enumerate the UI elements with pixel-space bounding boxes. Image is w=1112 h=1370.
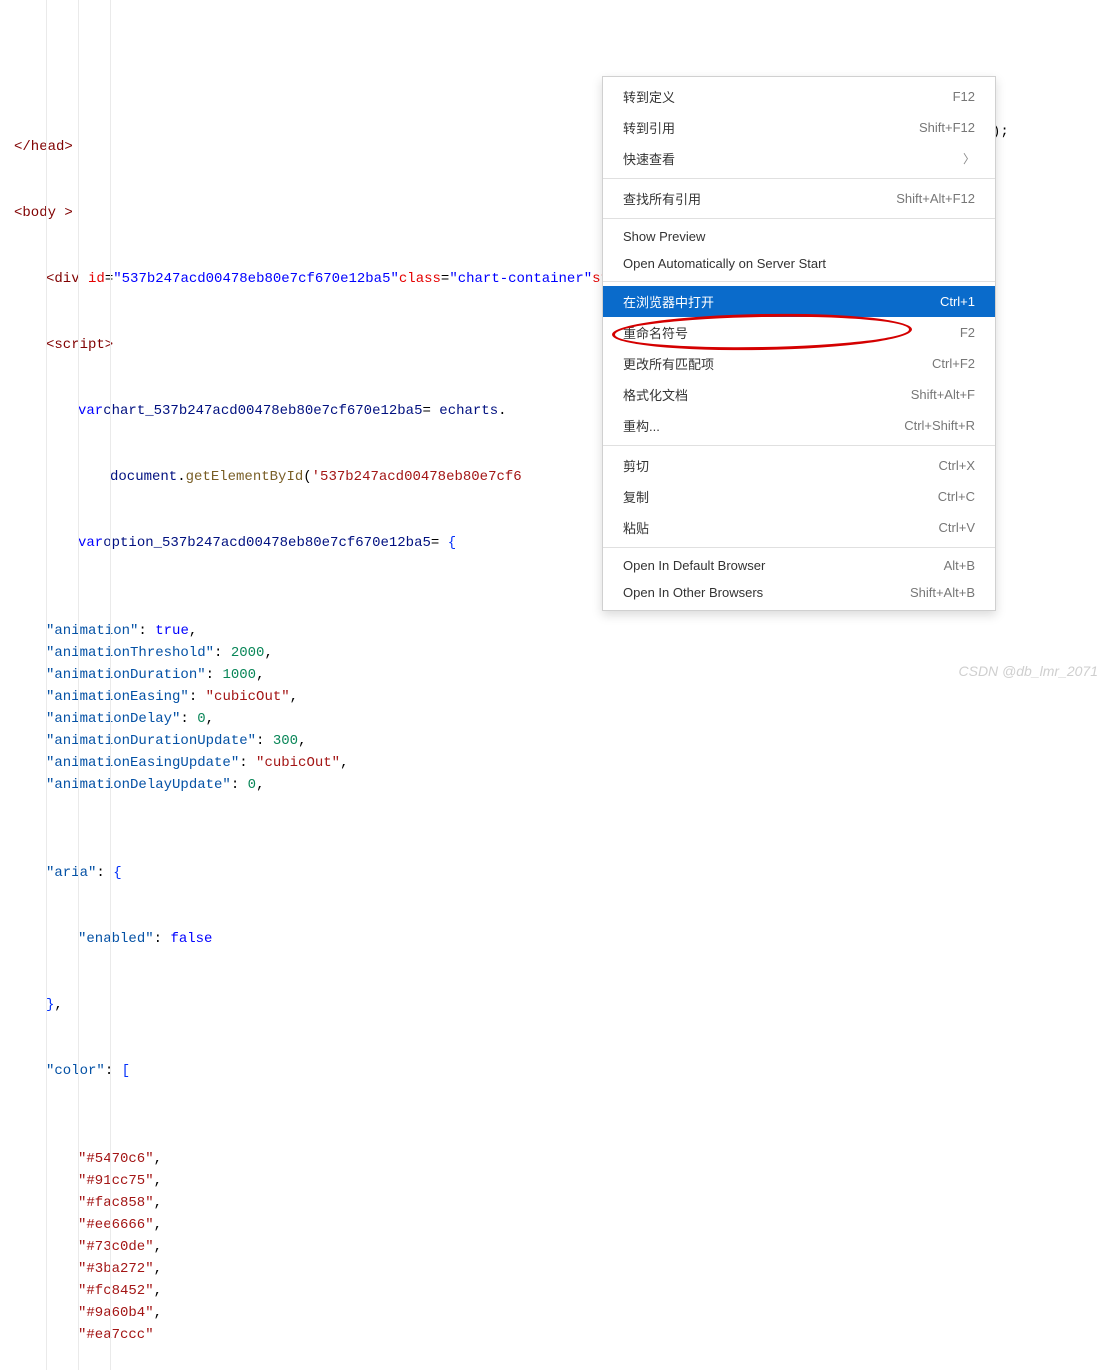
menu-shortcut: Shift+F12: [919, 120, 975, 135]
menu-item[interactable]: Show Preview: [603, 223, 995, 250]
menu-item[interactable]: 格式化文档 Shift+Alt+F: [603, 379, 995, 410]
code-line: "animationEasing": "cubicOut",: [0, 686, 1112, 708]
menu-shortcut: F12: [953, 89, 975, 104]
menu-shortcut: Alt+B: [944, 558, 975, 573]
menu-separator: [603, 281, 995, 282]
menu-item[interactable]: 复制 Ctrl+C: [603, 481, 995, 512]
menu-item[interactable]: 更改所有匹配项 Ctrl+F2: [603, 348, 995, 379]
menu-item-label: 粘贴: [623, 518, 649, 537]
code-line: "#3ba272",: [0, 1258, 1112, 1280]
menu-shortcut: Ctrl+F2: [932, 356, 975, 371]
code-line: "animation": true,: [0, 620, 1112, 642]
menu-item[interactable]: 转到定义 F12: [603, 81, 995, 112]
code-line: "animationDelay": 0,: [0, 708, 1112, 730]
watermark: CSDN @db_lmr_2071: [959, 663, 1099, 679]
code-line: "#9a60b4",: [0, 1302, 1112, 1324]
menu-item-label: 更改所有匹配项: [623, 354, 714, 373]
code-line: },: [0, 994, 1112, 1016]
code-line: "#91cc75",: [0, 1170, 1112, 1192]
context-menu: 转到定义 F12 转到引用 Shift+F12 快速查看 〉查找所有引用 Shift+Alt…: [602, 76, 996, 611]
menu-item[interactable]: Open In Default Browser Alt+B: [603, 552, 995, 579]
code-line: "animationThreshold": 2000,: [0, 642, 1112, 664]
menu-item-label: 在浏览器中打开: [623, 292, 714, 311]
menu-item-label: Open In Default Browser: [623, 558, 765, 573]
code-line: "aria": {: [0, 862, 1112, 884]
menu-item-label: 格式化文档: [623, 385, 688, 404]
code-line: "animationEasingUpdate": "cubicOut",: [0, 752, 1112, 774]
menu-item-label: 快速查看: [623, 149, 675, 168]
menu-item[interactable]: 在浏览器中打开 Ctrl+1: [603, 286, 995, 317]
menu-item[interactable]: Open In Other Browsers Shift+Alt+B: [603, 579, 995, 606]
code-line: "animationDuration": 1000,: [0, 664, 1112, 686]
menu-separator: [603, 547, 995, 548]
menu-item-label: Open Automatically on Server Start: [623, 256, 826, 271]
menu-item-label: 剪切: [623, 456, 649, 475]
menu-shortcut: Ctrl+C: [938, 489, 975, 504]
menu-item-label: 查找所有引用: [623, 189, 701, 208]
menu-separator: [603, 445, 995, 446]
menu-item-label: 转到定义: [623, 87, 675, 106]
code-line: "#5470c6",: [0, 1148, 1112, 1170]
menu-shortcut: Ctrl+V: [939, 520, 975, 535]
menu-separator: [603, 178, 995, 179]
chevron-right-icon: 〉: [963, 150, 975, 167]
code-line: "enabled": false: [0, 928, 1112, 950]
menu-item[interactable]: 重构... Ctrl+Shift+R: [603, 410, 995, 441]
code-line: "#fac858",: [0, 1192, 1112, 1214]
menu-shortcut: Shift+Alt+F12: [896, 191, 975, 206]
menu-item-label: 重命名符号: [623, 323, 688, 342]
code-line: "animationDurationUpdate": 300,: [0, 730, 1112, 752]
menu-item[interactable]: 查找所有引用 Shift+Alt+F12: [603, 183, 995, 214]
menu-item[interactable]: 转到引用 Shift+F12: [603, 112, 995, 143]
menu-item-label: Open In Other Browsers: [623, 585, 763, 600]
menu-item[interactable]: 粘贴 Ctrl+V: [603, 512, 995, 543]
code-line: "color": [: [0, 1060, 1112, 1082]
menu-shortcut: F2: [960, 325, 975, 340]
menu-item-label: 复制: [623, 487, 649, 506]
menu-shortcut: Ctrl+X: [939, 458, 975, 473]
menu-item[interactable]: 重命名符号 F2: [603, 317, 995, 348]
menu-shortcut: Shift+Alt+F: [911, 387, 975, 402]
code-line: "#ea7ccc": [0, 1324, 1112, 1346]
menu-separator: [603, 218, 995, 219]
menu-item[interactable]: Open Automatically on Server Start: [603, 250, 995, 277]
code-line: "#73c0de",: [0, 1236, 1112, 1258]
menu-shortcut: Shift+Alt+B: [910, 585, 975, 600]
menu-shortcut: Ctrl+Shift+R: [904, 418, 975, 433]
code-line: "animationDelayUpdate": 0,: [0, 774, 1112, 796]
code-line: "#fc8452",: [0, 1280, 1112, 1302]
menu-item[interactable]: 快速查看 〉: [603, 143, 995, 174]
menu-item[interactable]: 剪切 Ctrl+X: [603, 450, 995, 481]
menu-shortcut: Ctrl+1: [940, 294, 975, 309]
code-line: "#ee6666",: [0, 1214, 1112, 1236]
menu-item-label: 转到引用: [623, 118, 675, 137]
menu-item-label: 重构...: [623, 416, 660, 435]
menu-item-label: Show Preview: [623, 229, 705, 244]
